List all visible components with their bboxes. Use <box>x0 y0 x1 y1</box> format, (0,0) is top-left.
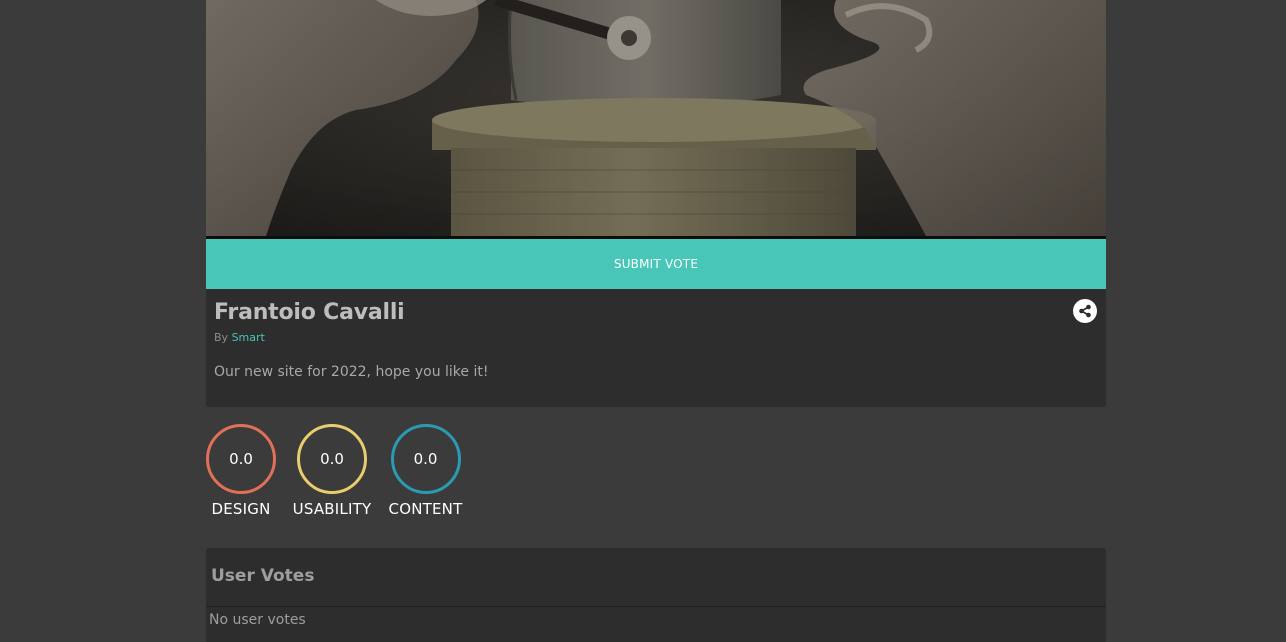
score-usability: 0.0 USABILITY <box>292 424 372 518</box>
user-votes-divider <box>206 606 1106 607</box>
byline-prefix: By <box>214 331 229 344</box>
share-icon <box>1079 304 1091 318</box>
site-description: Our new site for 2022, hope you like it! <box>214 364 489 380</box>
score-content-ring: 0.0 <box>390 424 461 494</box>
score-content: 0.0 CONTENT <box>388 424 463 518</box>
submit-vote-button[interactable]: SUBMIT VOTE <box>206 239 1106 289</box>
hero-image <box>206 0 1106 236</box>
score-design-label: DESIGN <box>211 500 271 518</box>
score-design-value: 0.0 <box>229 450 253 468</box>
score-content-label: CONTENT <box>388 500 463 518</box>
site-title: Frantoio Cavalli <box>214 300 405 325</box>
share-button[interactable] <box>1073 299 1097 323</box>
user-votes-title: User Votes <box>211 566 315 586</box>
score-content-value: 0.0 <box>413 450 438 468</box>
site-info-card: Frantoio Cavalli By Smart Our new site f… <box>206 289 1106 407</box>
no-user-votes-text: No user votes <box>209 612 306 628</box>
user-votes-panel: User Votes No user votes <box>206 548 1106 642</box>
score-design: 0.0 DESIGN <box>206 424 276 518</box>
score-design-ring: 0.0 <box>206 424 276 494</box>
score-usability-value: 0.0 <box>320 450 344 468</box>
author-link[interactable]: Smart <box>232 331 265 344</box>
score-usability-ring: 0.0 <box>297 424 367 494</box>
score-usability-label: USABILITY <box>292 500 372 518</box>
byline: By Smart <box>214 331 265 344</box>
